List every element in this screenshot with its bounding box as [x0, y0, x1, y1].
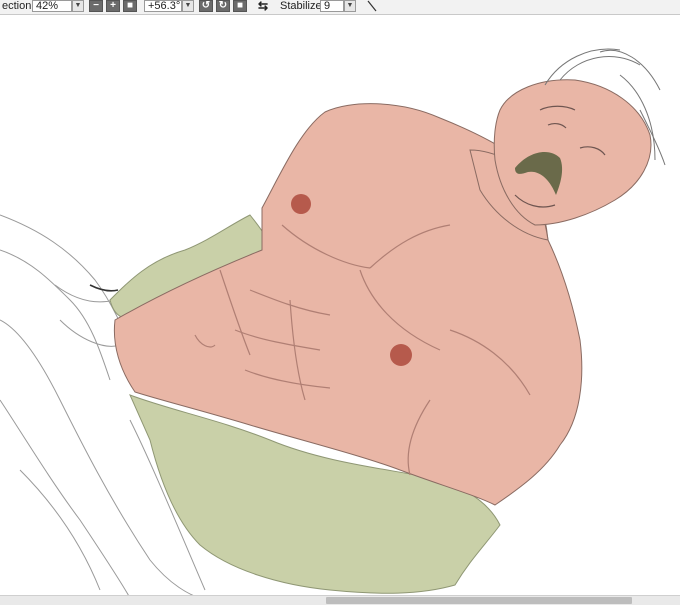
flip-icon[interactable]: ⇆ [258, 0, 268, 12]
rotate-right-icon[interactable]: ↻ [216, 0, 230, 12]
tool-property-bar: ection 42% ▼ − + ■ +56.3° ▼ ↺ ↻ ■ ⇆ Stab… [0, 0, 680, 15]
stabilizer-label: Stabilizer [280, 0, 326, 12]
drawing-canvas[interactable] [0, 15, 680, 599]
reset-rotation-button[interactable]: ■ [233, 0, 247, 12]
fit-view-button[interactable]: ■ [123, 0, 137, 12]
zoom-out-button[interactable]: − [89, 0, 103, 12]
angle-field[interactable]: +56.3° [144, 0, 182, 12]
zoom-field[interactable]: 42% [32, 0, 72, 12]
stabilizer-field[interactable]: 9 [320, 0, 344, 12]
nipple-left [291, 194, 311, 214]
nipple-right [390, 344, 412, 366]
zoom-dropdown[interactable]: ▼ [72, 0, 84, 12]
rotate-left-icon[interactable]: ↺ [199, 0, 213, 12]
correction-label: ection [2, 0, 32, 12]
angle-dropdown[interactable]: ▼ [182, 0, 194, 12]
head [493, 79, 652, 226]
stabilizer-dropdown[interactable]: ▼ [344, 0, 356, 12]
pen-tool-icon[interactable] [364, 0, 380, 12]
scrollbar-thumb[interactable] [326, 597, 632, 604]
artwork [0, 48, 666, 599]
zoom-in-button[interactable]: + [106, 0, 120, 12]
